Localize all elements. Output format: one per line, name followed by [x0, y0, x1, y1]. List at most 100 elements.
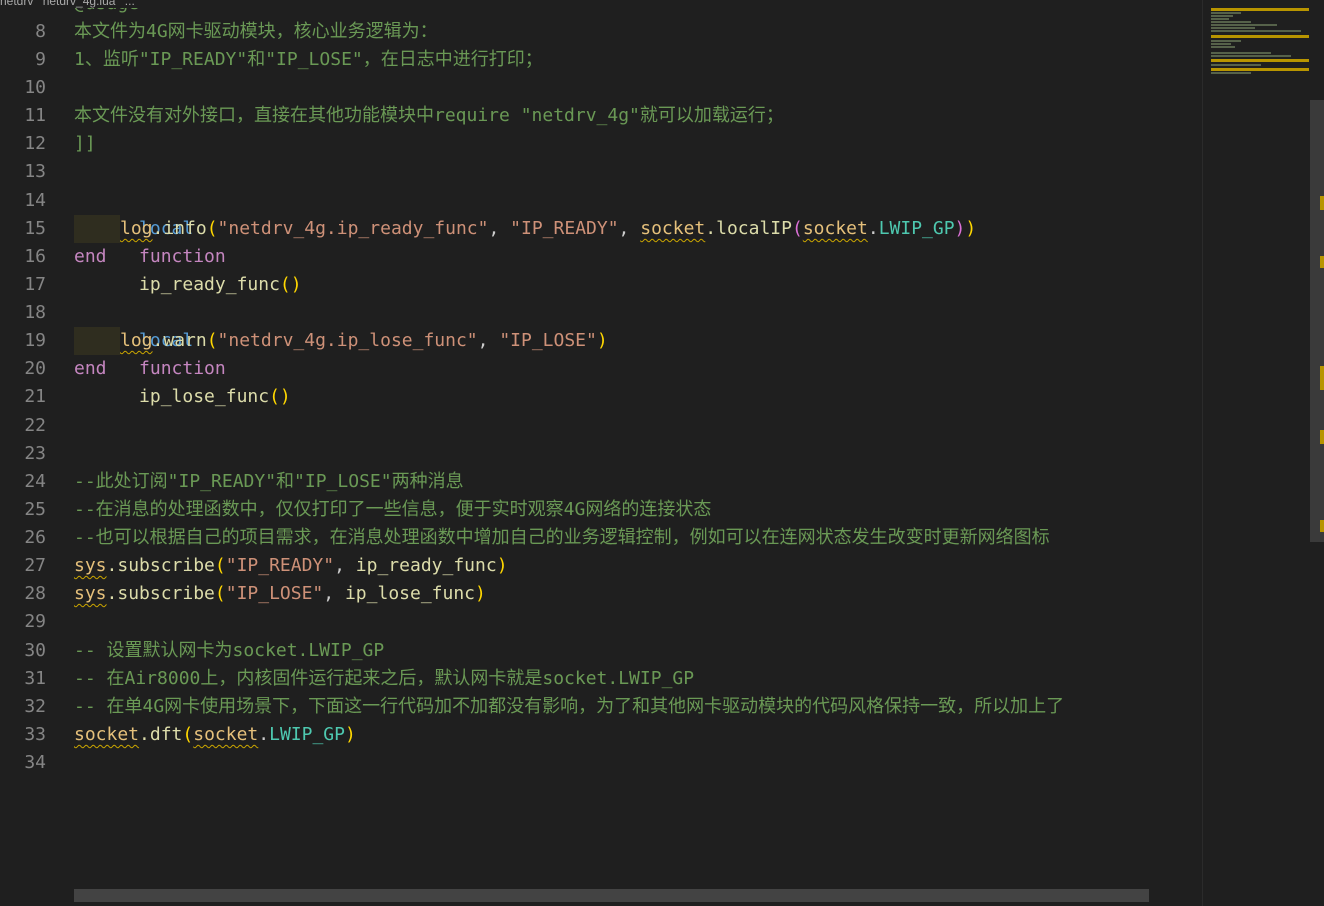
function-name-token: ip_ready_func — [139, 274, 280, 295]
code-line: end — [74, 246, 107, 267]
line-number: 33 — [24, 724, 46, 745]
line-number: 19 — [24, 330, 46, 351]
line-number: 10 — [24, 77, 46, 98]
string-token: "IP_LOSE" — [499, 330, 597, 351]
minimap-line — [1211, 24, 1277, 26]
line-number: 32 — [24, 696, 46, 717]
string-token: "IP_READY" — [510, 218, 619, 239]
identifier-token: log — [120, 330, 153, 351]
minimap-line — [1211, 12, 1241, 14]
minimap-line — [1211, 40, 1241, 42]
vertical-scrollbar-thumb[interactable] — [1310, 100, 1324, 542]
scrollbar-marker — [1320, 520, 1324, 532]
keyword-token: function — [139, 358, 226, 379]
constant-token: LWIP_GP — [269, 724, 345, 745]
line-number: 26 — [24, 527, 46, 548]
code-line: -- 设置默认网卡为socket.LWIP_GP — [74, 640, 385, 661]
minimap-line — [1211, 72, 1251, 74]
minimap-highlight — [1211, 59, 1309, 62]
code-line: sys.subscribe("IP_LOSE", ip_lose_func) — [74, 583, 486, 604]
line-number: 8 — [35, 21, 46, 42]
line-number: 13 — [24, 161, 46, 182]
keyword-token: function — [139, 246, 226, 267]
line-number: 9 — [35, 49, 46, 70]
breadcrumb-item[interactable]: netdrv — [0, 0, 33, 8]
code-editor[interactable]: netdrv netdrv_4g.lua ... 8 9 10 11 12 13… — [0, 0, 1324, 906]
line-number: 24 — [24, 471, 46, 492]
minimap-line — [1211, 30, 1301, 32]
code-line: --也可以根据自己的项目需求，在消息处理函数中增加自己的业务逻辑控制，例如可以在… — [74, 527, 1050, 548]
scrollbar-marker — [1320, 196, 1324, 210]
line-number: 28 — [24, 583, 46, 604]
line-number: 17 — [24, 274, 46, 295]
line-number: 25 — [24, 499, 46, 520]
identifier-token: sys — [74, 555, 107, 576]
line-number: 21 — [24, 386, 46, 407]
code-area[interactable]: @usage 本文件为4G网卡驱动模块，核心业务逻辑为： 1、监听"IP_REA… — [74, 0, 1200, 890]
code-line: --此处订阅"IP_READY"和"IP_LOSE"两种消息 — [74, 471, 464, 492]
code-line: 本文件没有对外接口，直接在其他功能模块中require "netdrv_4g"就… — [74, 105, 784, 126]
code-line: socket.dft(socket.LWIP_GP) — [74, 724, 356, 745]
minimap-highlight — [1211, 8, 1309, 11]
code-line: --在消息的处理函数中，仅仅打印了一些信息，便于实时观察4G网络的连接状态 — [74, 499, 712, 520]
minimap-line — [1211, 27, 1255, 29]
identifier-token: log — [120, 218, 153, 239]
minimap-line — [1211, 18, 1229, 20]
identifier-token: ip_lose_func — [344, 583, 476, 604]
identifier-token: socket — [640, 218, 706, 239]
code-line: end — [74, 358, 107, 379]
minimap-line — [1211, 15, 1233, 17]
minimap-highlight — [1211, 68, 1309, 71]
code-line: -- 在单4G网卡使用场景下，下面这一行代码加不加都没有影响，为了和其他网卡驱动… — [74, 696, 1065, 717]
method-token: .dft — [139, 724, 183, 745]
minimap-line — [1211, 64, 1261, 66]
line-number: 14 — [24, 190, 46, 211]
line-number: 18 — [24, 302, 46, 323]
line-number: 11 — [24, 105, 46, 126]
minimap-line — [1211, 55, 1291, 57]
code-line: 1、监听"IP_READY"和"IP_LOSE"，在日志中进行打印； — [74, 49, 543, 70]
identifier-token: ip_ready_func — [355, 555, 497, 576]
code-line: log.info("netdrv_4g.ip_ready_func", "IP_… — [74, 215, 976, 243]
vertical-scrollbar[interactable] — [1310, 0, 1324, 906]
horizontal-scrollbar-thumb[interactable] — [74, 889, 1149, 902]
method-token: .subscribe — [106, 555, 215, 576]
line-number: 23 — [24, 443, 46, 464]
line-number-gutter: 8 9 10 11 12 13 14 15 16 17 18 19 20 21 … — [0, 0, 60, 906]
scrollbar-marker — [1320, 430, 1324, 444]
string-token: "IP_READY" — [225, 555, 335, 576]
breadcrumb[interactable]: netdrv netdrv_4g.lua ... — [0, 0, 1200, 8]
breadcrumb-item[interactable]: ... — [125, 0, 135, 8]
code-line: local function ip_ready_func() — [139, 218, 302, 295]
line-number: 22 — [24, 415, 46, 436]
code-line: -- 在Air8000上，内核固件运行起来之后，默认网卡就是socket.LWI… — [74, 668, 695, 689]
minimap[interactable] — [1202, 0, 1311, 906]
line-number: 30 — [24, 640, 46, 661]
code-line: ]] — [74, 133, 96, 154]
scrollbar-marker — [1320, 256, 1324, 268]
line-number: 16 — [24, 246, 46, 267]
identifier-token: socket — [193, 724, 259, 745]
line-number: 31 — [24, 668, 46, 689]
minimap-highlight — [1211, 35, 1309, 38]
function-name-token: ip_lose_func — [139, 386, 270, 407]
line-number: 15 — [24, 218, 46, 239]
string-token: "IP_LOSE" — [225, 583, 324, 604]
line-number: 34 — [24, 752, 46, 773]
line-number: 29 — [24, 611, 46, 632]
code-line: 本文件为4G网卡驱动模块，核心业务逻辑为： — [74, 21, 438, 42]
line-number: 27 — [24, 555, 46, 576]
method-token: .subscribe — [106, 583, 215, 604]
minimap-line — [1211, 46, 1235, 48]
method-token: .localIP — [705, 218, 792, 239]
breadcrumb-item[interactable]: netdrv_4g.lua — [43, 0, 116, 8]
identifier-token: sys — [74, 583, 107, 604]
scrollbar-marker — [1320, 366, 1324, 390]
code-line: log.warn("netdrv_4g.ip_lose_func", "IP_L… — [74, 327, 608, 355]
code-line: sys.subscribe("IP_READY", ip_ready_func) — [74, 555, 508, 576]
minimap-line — [1211, 21, 1251, 23]
method-token: .info — [152, 218, 207, 239]
minimap-line — [1211, 43, 1231, 45]
horizontal-scrollbar[interactable] — [74, 889, 1200, 903]
line-number: 20 — [24, 358, 46, 379]
